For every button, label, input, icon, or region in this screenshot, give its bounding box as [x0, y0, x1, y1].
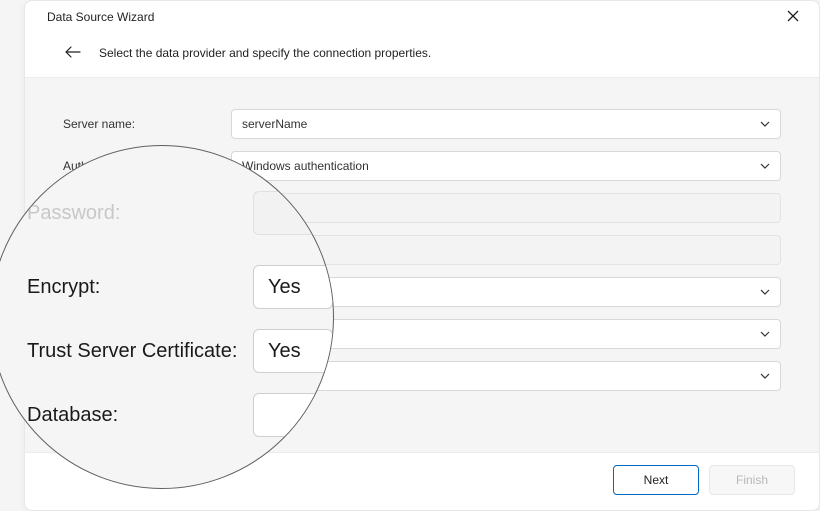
title-bar: Data Source Wizard	[25, 1, 819, 33]
finish-button: Finish	[709, 465, 795, 495]
wizard-header: Select the data provider and specify the…	[25, 33, 819, 78]
label-server-name: Server name:	[63, 117, 231, 131]
zoom-input-password	[253, 191, 333, 235]
zoom-label-encrypt: Encrypt:	[27, 276, 253, 299]
back-icon[interactable]	[65, 45, 81, 61]
zoom-select-database	[253, 393, 333, 437]
zoom-label-trust-cert: Trust Server Certificate:	[27, 340, 253, 363]
chevron-down-icon	[760, 286, 770, 298]
chevron-down-icon	[760, 160, 770, 172]
next-button[interactable]: Next	[613, 465, 699, 495]
wizard-instruction: Select the data provider and specify the…	[99, 46, 431, 60]
chevron-down-icon	[760, 370, 770, 382]
value-server-name: serverName	[242, 117, 307, 131]
input-server-name[interactable]: serverName	[231, 109, 781, 139]
zoom-select-trust-cert: Yes	[253, 329, 333, 373]
chevron-down-icon	[760, 328, 770, 340]
zoom-value-trust-cert: Yes	[268, 340, 301, 363]
chevron-down-icon	[760, 118, 770, 130]
row-server-name: Server name: serverName	[63, 108, 781, 140]
zoom-value-encrypt: Yes	[268, 276, 301, 299]
magnifier-content: Password: Encrypt: Yes Trust Server Cert…	[0, 146, 333, 488]
window-title: Data Source Wizard	[47, 10, 154, 24]
zoom-select-encrypt: Yes	[253, 265, 333, 309]
zoom-label-database: Database:	[27, 404, 253, 427]
magnifier-lens: Password: Encrypt: Yes Trust Server Cert…	[0, 145, 334, 489]
close-icon[interactable]	[781, 7, 805, 27]
zoom-label-password: Password:	[27, 202, 253, 225]
